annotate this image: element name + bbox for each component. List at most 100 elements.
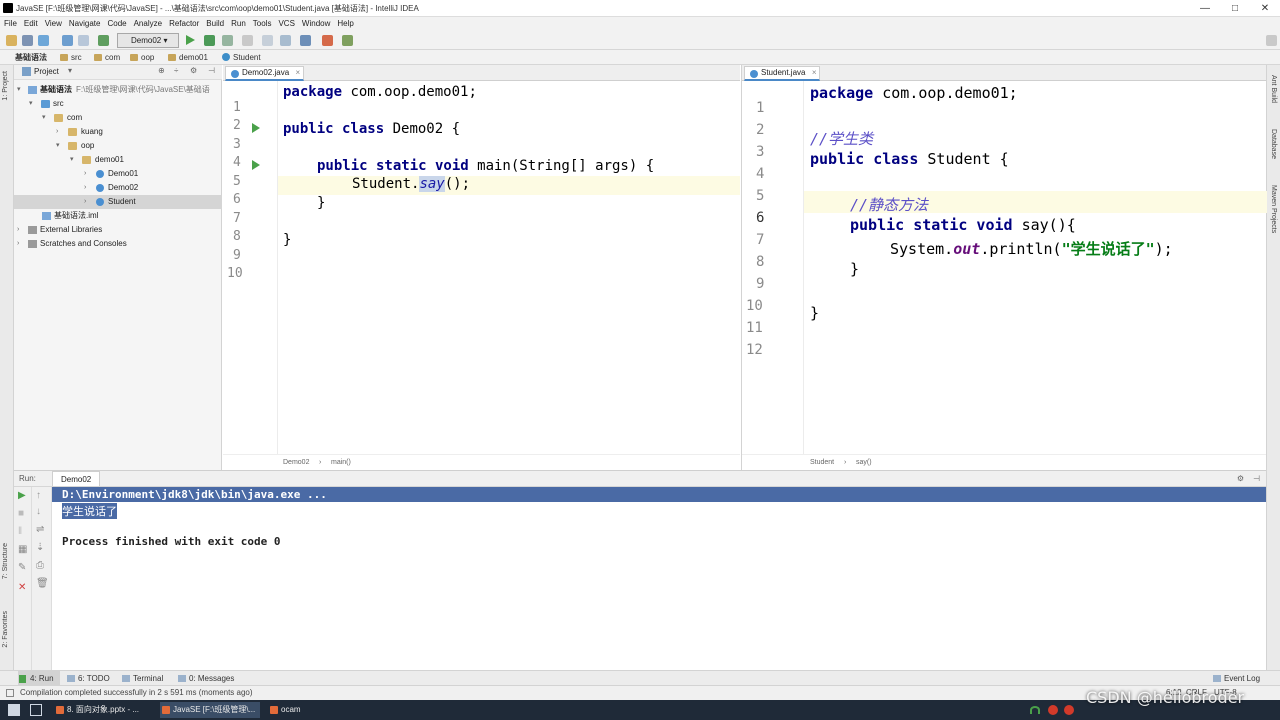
editor-student[interactable]: Student.java × 1 2 3 4 5 6 7 8 9 10 11 12… — [741, 65, 1267, 471]
close-icon[interactable]: ✕ — [18, 583, 28, 593]
dump-threads-icon[interactable]: ▦ — [18, 545, 28, 555]
down-arrow-icon[interactable]: ↓ — [36, 507, 46, 517]
tree-item-kuang[interactable]: › kuang — [14, 125, 222, 139]
editor-demo02[interactable]: Demo02.java × 1 2 3 4 5 6 7 8 9 10 packag… — [223, 65, 740, 470]
crumb-com[interactable]: com — [94, 52, 120, 63]
menu-edit[interactable]: Edit — [24, 17, 38, 31]
tray-icon[interactable] — [1064, 705, 1074, 715]
tree-item-module[interactable]: ▾ 基础语法 F:\班级管理\网课\代码\JavaSE\基础语 — [14, 83, 222, 97]
tree-item-iml[interactable]: 基础语法.iml — [14, 209, 222, 223]
menu-navigate[interactable]: Navigate — [69, 17, 101, 31]
taskbar-intellij[interactable]: JavaSE [F:\班级管理\... — [160, 702, 260, 718]
editor-crumb-class[interactable]: Demo02 — [283, 455, 309, 471]
taskbar-powerpoint[interactable]: 8. 面向对象.pptx - ... — [54, 702, 154, 718]
wifi-icon[interactable] — [1030, 706, 1040, 714]
project-structure-icon[interactable] — [262, 35, 273, 46]
gear-icon[interactable]: ⚙ — [190, 66, 197, 75]
soft-wrap-icon[interactable]: ⇌ — [36, 525, 46, 535]
maximize-button[interactable]: □ — [1220, 1, 1250, 16]
tool-tab-terminal[interactable]: Terminal — [121, 671, 163, 686]
hide-icon[interactable]: ⊣ — [208, 66, 215, 75]
tree-item-src[interactable]: ▾ src — [14, 97, 222, 111]
menu-analyze[interactable]: Analyze — [134, 17, 162, 31]
gear-icon[interactable]: ⚙ — [1237, 471, 1244, 486]
close-tab-icon[interactable]: × — [812, 67, 817, 79]
project-panel-title[interactable]: Project — [34, 67, 59, 76]
tree-item-demo01-class[interactable]: › Demo01 — [14, 167, 222, 181]
tool-tab-run[interactable]: 4: Run — [18, 671, 60, 686]
run-class-icon[interactable] — [252, 123, 260, 133]
chevron-down-icon[interactable]: ▾ — [68, 66, 72, 75]
toggle-tool-windows-icon[interactable] — [6, 689, 14, 697]
search-everywhere-icon[interactable] — [1266, 35, 1277, 46]
run-config-select[interactable]: Demo02 ▾ — [117, 33, 179, 48]
debug-icon[interactable] — [204, 35, 215, 46]
run-tab-demo02[interactable]: Demo02 — [52, 471, 101, 486]
forward-icon[interactable] — [78, 35, 89, 46]
run-main-icon[interactable] — [252, 160, 260, 170]
structure-tool-button[interactable]: 7: Structure — [2, 543, 9, 579]
vcs-icon[interactable] — [322, 35, 333, 46]
tree-item-external-libraries[interactable]: › External Libraries — [14, 223, 222, 237]
rerun-icon[interactable]: ▶ — [18, 491, 28, 501]
run-icon[interactable] — [186, 35, 195, 45]
open-folder-icon[interactable] — [6, 35, 17, 46]
sdk-icon[interactable] — [280, 35, 291, 46]
settings-icon[interactable]: ✎ — [18, 563, 28, 573]
menu-vcs[interactable]: VCS — [278, 17, 294, 31]
crumb-src[interactable]: src — [60, 52, 82, 63]
trash-icon[interactable]: 🗑 — [36, 579, 49, 589]
tab-demo02[interactable]: Demo02.java × — [225, 66, 305, 81]
sync-icon[interactable] — [38, 35, 49, 46]
editor-crumb-method[interactable]: say() — [856, 455, 872, 471]
crumb-demo01[interactable]: demo01 — [168, 52, 208, 63]
stop-icon[interactable]: ■ — [18, 509, 28, 519]
hide-icon[interactable]: ⊣ — [1253, 471, 1260, 486]
scroll-to-end-icon[interactable]: ⇣ — [36, 543, 46, 553]
save-icon[interactable] — [22, 35, 33, 46]
project-tool-button[interactable]: 1: Project — [2, 71, 9, 101]
coverage-icon[interactable] — [222, 35, 233, 46]
close-tab-icon[interactable]: × — [295, 67, 300, 79]
up-arrow-icon[interactable]: ↑ — [36, 491, 46, 501]
stop-icon[interactable] — [242, 35, 253, 46]
editor-crumb-method[interactable]: main() — [331, 455, 351, 471]
close-button[interactable]: ✕ — [1250, 1, 1280, 16]
build-icon[interactable] — [98, 35, 109, 46]
menu-refactor[interactable]: Refactor — [169, 17, 199, 31]
target-icon[interactable]: ⊕ — [158, 66, 165, 75]
tool-tab-event-log[interactable]: Event Log — [1212, 671, 1260, 686]
tray-icon[interactable] — [1048, 705, 1058, 715]
windows-start-icon[interactable] — [8, 704, 20, 716]
menu-code[interactable]: Code — [107, 17, 126, 31]
tree-item-scratches[interactable]: › Scratches and Consoles — [14, 237, 222, 251]
menu-window[interactable]: Window — [302, 17, 330, 31]
tree-item-student-class[interactable]: › Student — [14, 195, 222, 209]
database-tool-button[interactable]: Database — [1270, 129, 1277, 159]
tree-item-oop[interactable]: ▾ oop — [14, 139, 222, 153]
editor-crumb-class[interactable]: Student — [810, 455, 834, 471]
crumb-module[interactable]: 基础语法 — [4, 52, 47, 63]
collapse-icon[interactable]: ÷ — [174, 66, 178, 75]
tool-tab-todo[interactable]: 6: TODO — [66, 671, 110, 686]
tool-tab-messages[interactable]: 0: Messages — [177, 671, 234, 686]
menu-file[interactable]: File — [4, 17, 17, 31]
favorites-tool-button[interactable]: 2: Favorites — [2, 611, 9, 648]
print-icon[interactable]: ⎙ — [36, 561, 46, 571]
ant-build-tool-button[interactable]: Ant Build — [1270, 75, 1277, 103]
pause-icon[interactable]: ‖ — [18, 527, 28, 537]
minimize-button[interactable]: — — [1190, 1, 1220, 16]
crumb-student[interactable]: Student — [222, 52, 261, 63]
task-view-icon[interactable] — [30, 704, 42, 716]
tree-item-com[interactable]: ▾ com — [14, 111, 222, 125]
crumb-oop[interactable]: oop — [130, 52, 154, 63]
menu-view[interactable]: View — [45, 17, 62, 31]
menu-run[interactable]: Run — [231, 17, 246, 31]
status-message[interactable]: Compilation completed successfully in 2 … — [20, 686, 253, 700]
tree-item-demo01[interactable]: ▾ demo01 — [14, 153, 222, 167]
menu-tools[interactable]: Tools — [253, 17, 272, 31]
taskbar-ocam[interactable]: ocam — [268, 702, 328, 718]
menu-build[interactable]: Build — [206, 17, 224, 31]
back-icon[interactable] — [62, 35, 73, 46]
tab-student[interactable]: Student.java × — [744, 66, 821, 81]
